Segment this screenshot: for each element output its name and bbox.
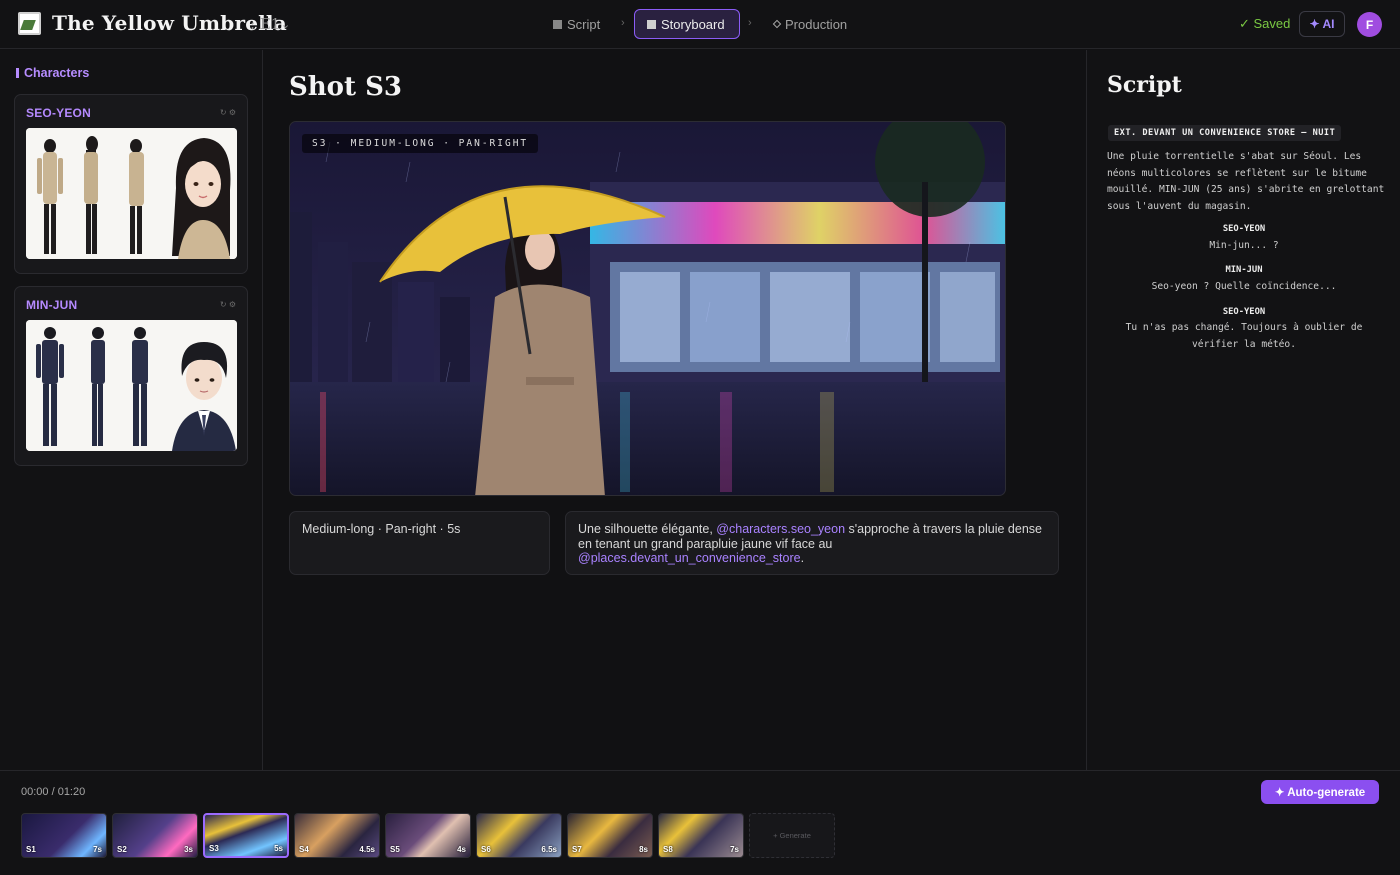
characters-section-header: Characters	[16, 66, 89, 80]
character-name: SEO-YEON	[26, 106, 91, 120]
tab-storyboard[interactable]: Storyboard	[634, 9, 740, 39]
character-mention-link[interactable]: @characters.seo_yeon	[716, 522, 845, 536]
shot-thumbnail[interactable]: S7 8s	[567, 813, 653, 858]
shot-duration: 5s	[274, 844, 283, 853]
chevron-down-icon[interactable]: ⌄	[281, 18, 290, 31]
shot-duration: 4.5s	[359, 845, 375, 854]
script-panel: Script EXT. DEVANT UN CONVENIENCE STORE …	[1086, 50, 1400, 770]
top-bar: The Yellow Umbrella : E1 ⌄ Script › Stor…	[0, 0, 1400, 49]
chevron-right-icon: ›	[748, 17, 752, 29]
script-action: Une pluie torrentielle s'abat sur Séoul.…	[1107, 151, 1385, 212]
script-icon	[553, 19, 562, 29]
shot-thumbnail[interactable]: S2 3s	[112, 813, 198, 858]
character-controls[interactable]: ↻ ⚙	[220, 108, 236, 117]
generate-shot-button[interactable]: + Generate	[749, 813, 835, 858]
tab-storyboard-label: Storyboard	[661, 16, 725, 32]
dialogue-cue: SEO-YEON	[1222, 224, 1266, 234]
character-name: MIN-JUN	[26, 298, 78, 312]
shot-editor: Shot S3 S3 · MEDIUM-LONG · PAN-RIGHT Med…	[264, 50, 1085, 770]
shot-thumbnail[interactable]: S6 6.5s	[476, 813, 562, 858]
shot-frame-tag: S3 · MEDIUM-LONG · PAN-RIGHT	[302, 134, 539, 153]
shot-id: S7	[572, 845, 582, 854]
description-text: Une silhouette élégante,	[578, 522, 717, 536]
shot-thumbnail[interactable]: S4 4.5s	[294, 813, 380, 858]
shot-id: S3	[209, 844, 219, 853]
production-icon	[772, 19, 782, 29]
shot-id: S4	[299, 845, 309, 854]
shot-thumbnail-active[interactable]: S3 5s	[203, 813, 289, 858]
dialogue-cue: MIN-JUN	[1225, 265, 1263, 275]
dialogue-line: Seo-yeon ? Quelle coïncidence...	[1151, 281, 1337, 292]
description-text: .	[800, 551, 805, 565]
episode-selector[interactable]: : E1	[250, 15, 280, 33]
dialogue-line: Tu n'as pas changé. Toujours à oublier d…	[1125, 322, 1363, 350]
dialogue-cue: SEO-YEON	[1222, 307, 1266, 317]
chevron-right-icon: ›	[621, 17, 625, 29]
tab-production[interactable]: Production	[772, 9, 848, 39]
shot-duration: 7s	[730, 845, 739, 854]
shot-thumbnail[interactable]: S8 7s	[658, 813, 744, 858]
tab-script-label: Script	[567, 16, 601, 32]
character-controls[interactable]: ↻ ⚙	[220, 300, 236, 309]
saved-status: ✓ Saved	[1239, 16, 1291, 31]
dialogue-line: Min-jun... ?	[1209, 240, 1279, 251]
shot-duration: 6.5s	[541, 845, 557, 854]
shot-id: S5	[390, 845, 400, 854]
tab-production-label: Production	[785, 16, 848, 32]
script-title: Script	[1107, 72, 1182, 98]
tab-script[interactable]: Script	[553, 9, 600, 39]
page-title: Shot S3	[289, 72, 402, 102]
camera-info-field[interactable]: Medium-long · Pan-right · 5s	[289, 511, 550, 575]
shot-description-field[interactable]: Une silhouette élégante, @characters.seo…	[565, 511, 1059, 575]
shot-duration: 3s	[184, 845, 193, 854]
shot-frame-image[interactable]: S3 · MEDIUM-LONG · PAN-RIGHT	[289, 121, 1006, 496]
characters-sidebar: Characters SEO-YEON ↻ ⚙ MIN-JUN ↻ ⚙	[0, 50, 263, 770]
character-sheet-image	[26, 128, 237, 259]
storyboard-icon	[647, 19, 656, 29]
shot-id: S6	[481, 845, 491, 854]
section-marker-icon	[16, 68, 19, 78]
shot-id: S8	[663, 845, 673, 854]
avatar[interactable]: F	[1357, 12, 1382, 37]
place-mention-link[interactable]: @places.devant_un_convenience_store	[578, 551, 801, 565]
shot-id: S2	[117, 845, 127, 854]
ai-button[interactable]: ✦ AI	[1299, 11, 1345, 37]
character-card-seo-yeon[interactable]: SEO-YEON ↻ ⚙	[14, 94, 248, 274]
timecode: 00:00 / 01:20	[21, 786, 86, 798]
shot-duration: 8s	[639, 845, 648, 854]
app-logo-icon[interactable]	[18, 12, 41, 35]
shot-thumbnail[interactable]: S1 7s	[21, 813, 107, 858]
camera-info-text: Medium-long · Pan-right · 5s	[302, 522, 461, 536]
scene-heading: EXT. DEVANT UN CONVENIENCE STORE — NUIT	[1108, 125, 1342, 141]
auto-generate-button[interactable]: ✦ Auto-generate	[1261, 780, 1379, 804]
shot-duration: 7s	[93, 845, 102, 854]
shot-thumbnail[interactable]: S5 4s	[385, 813, 471, 858]
character-card-min-jun[interactable]: MIN-JUN ↻ ⚙	[14, 286, 248, 466]
shot-id: S1	[26, 845, 36, 854]
character-sheet-image	[26, 320, 237, 451]
timeline: 00:00 / 01:20 ✦ Auto-generate S1 7s S2 3…	[0, 770, 1400, 875]
shot-duration: 4s	[457, 845, 466, 854]
characters-section-label: Characters	[24, 66, 90, 80]
